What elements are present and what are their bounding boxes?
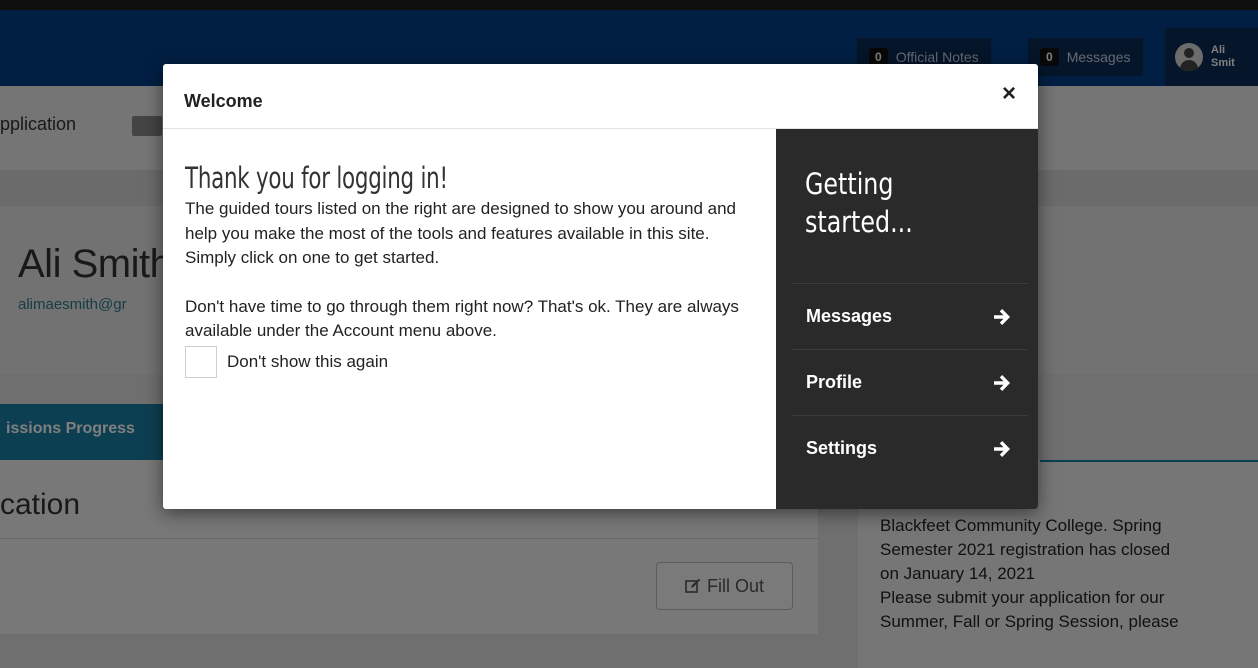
tour-label-messages: Messages <box>806 306 893 326</box>
tour-item-profile[interactable]: Profile <box>792 349 1028 415</box>
tour-item-messages[interactable]: Messages <box>792 283 1028 349</box>
tour-item-settings[interactable]: Settings <box>792 415 1028 481</box>
tour-label-profile: Profile <box>806 372 863 392</box>
close-icon[interactable]: × <box>997 82 1021 106</box>
dont-show-again[interactable]: Don't show this again <box>185 345 745 378</box>
welcome-heading: Thank you for logging in! <box>185 161 448 195</box>
welcome-content: Thank you for logging in! The guided tou… <box>185 161 745 378</box>
arrow-right-icon <box>994 440 1010 457</box>
arrow-right-icon <box>994 308 1010 325</box>
getting-started-heading: Getting started... <box>805 167 913 239</box>
tour-label-settings: Settings <box>806 438 878 458</box>
getting-started-sidebar: Getting started... Messages Profile Sett… <box>776 129 1038 509</box>
modal-header: Welcome × <box>163 64 1038 129</box>
welcome-paragraph-2: Don't have time to go through them right… <box>185 296 739 341</box>
welcome-modal: Welcome × Thank you for logging in! The … <box>163 64 1038 509</box>
dont-show-checkbox[interactable] <box>185 345 217 378</box>
modal-title: Welcome <box>184 91 263 111</box>
welcome-paragraph-1: The guided tours listed on the right are… <box>185 199 736 267</box>
dont-show-label: Don't show this again <box>227 351 389 371</box>
arrow-right-icon <box>994 374 1010 391</box>
tour-list: Messages Profile Settings <box>792 283 1028 481</box>
